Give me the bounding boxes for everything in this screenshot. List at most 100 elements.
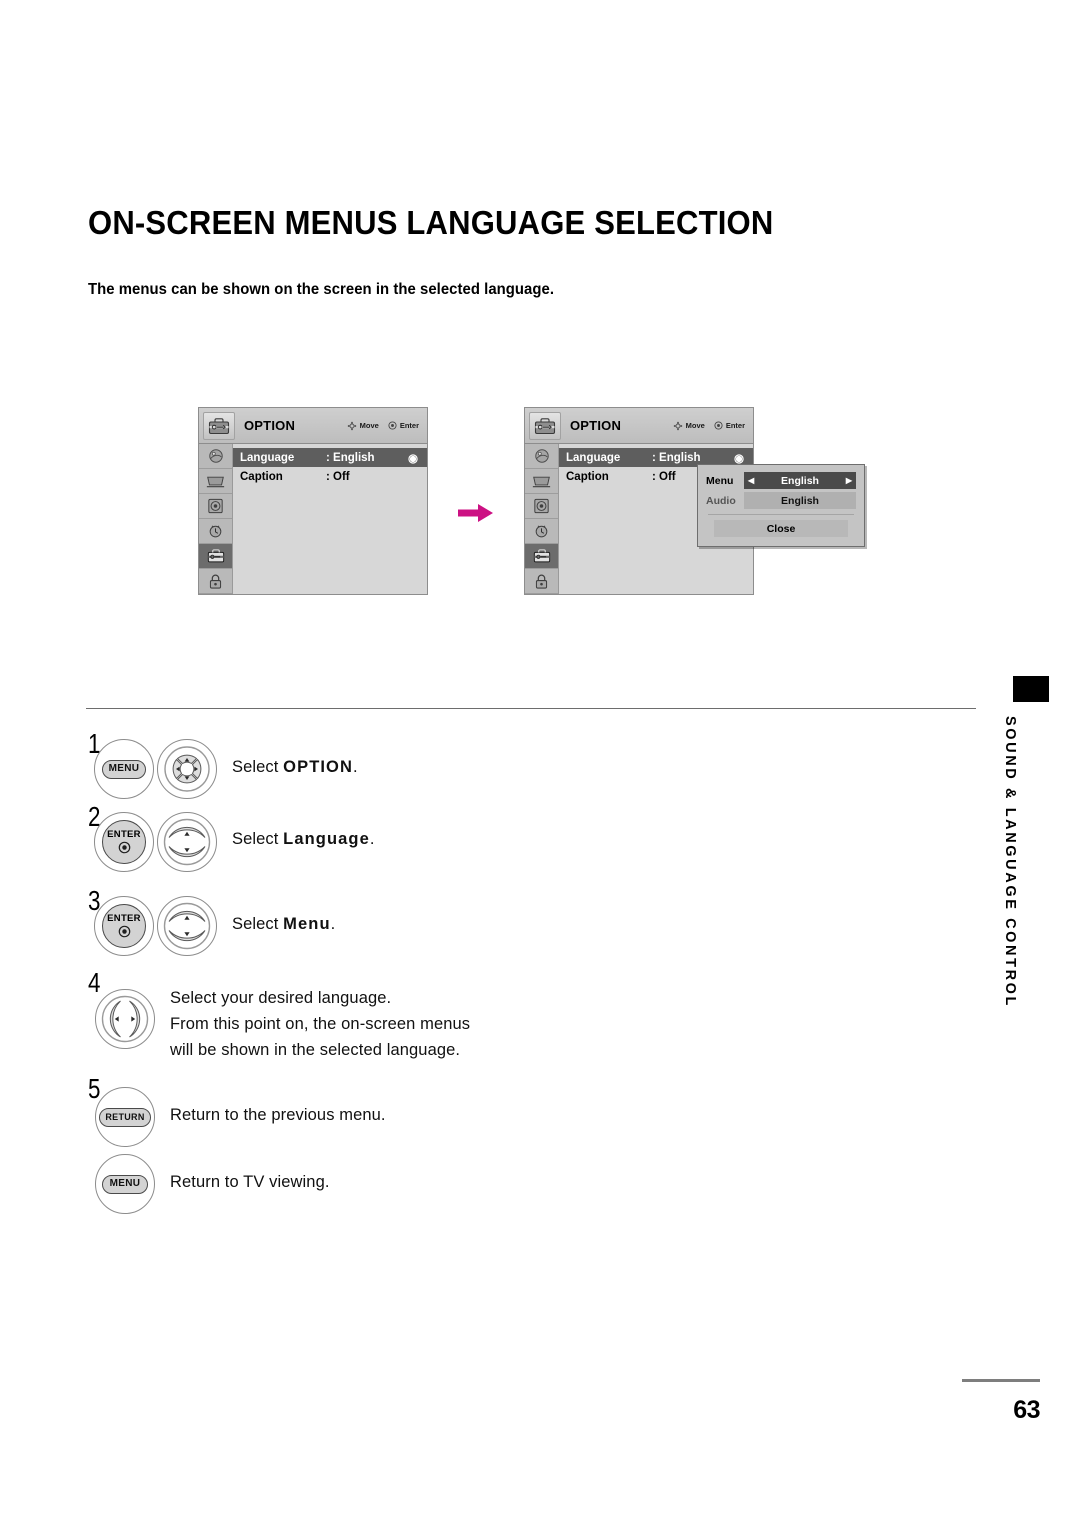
hint-move: Move bbox=[347, 421, 379, 431]
enter-button-2[interactable]: ENTER bbox=[94, 812, 154, 872]
popup-row-audio: Audio English bbox=[706, 492, 856, 509]
enter-button-label: ENTER bbox=[107, 912, 141, 924]
hint-enter: Enter bbox=[388, 421, 419, 430]
step-1-prefix: Select bbox=[232, 758, 284, 776]
step-2-bold: Language bbox=[283, 830, 370, 848]
step-4-line-1: Select your desired language. bbox=[170, 989, 392, 1007]
audio-icon[interactable] bbox=[199, 494, 232, 519]
page-intro-text: The menus can be shown on the screen in … bbox=[88, 281, 555, 298]
enter-button-face: ENTER bbox=[102, 820, 146, 864]
step-number-4: 4 bbox=[88, 967, 101, 998]
step-text-1: Select OPTION. bbox=[232, 758, 358, 777]
up-down-pad-2[interactable] bbox=[157, 812, 217, 872]
osd-sidebar bbox=[525, 444, 559, 594]
osd-row-value: : English bbox=[652, 451, 701, 464]
popup-audio-value-selector[interactable]: English bbox=[744, 492, 856, 509]
side-tab-label: SOUND & LANGUAGE CONTROL bbox=[1002, 716, 1018, 1008]
left-right-pad-4[interactable] bbox=[95, 989, 155, 1049]
side-tab-marker bbox=[1013, 676, 1049, 702]
four-way-pad-icon bbox=[164, 746, 210, 792]
picture-icon[interactable] bbox=[525, 444, 558, 469]
enter-button-face: ENTER bbox=[102, 904, 146, 948]
osd-row-value: : English bbox=[326, 451, 375, 464]
osd-header: OPTION Move Enter bbox=[525, 408, 753, 444]
step-2-suffix: . bbox=[369, 830, 375, 848]
enter-button-label: ENTER bbox=[107, 828, 141, 840]
menu-button-label: MENU bbox=[102, 759, 146, 779]
menu-button-label: MENU bbox=[102, 1174, 148, 1194]
step-3-prefix: Select bbox=[232, 915, 284, 933]
popup-audio-label: Audio bbox=[706, 494, 736, 507]
popup-menu-label: Menu bbox=[706, 474, 734, 487]
osd-row-language[interactable]: Language : English ◉ bbox=[233, 448, 427, 467]
move-pad-icon bbox=[673, 421, 683, 430]
four-way-pad-1[interactable] bbox=[157, 739, 217, 799]
sidebar-item-option[interactable] bbox=[525, 544, 558, 569]
step-text-5: Return to the previous menu. bbox=[170, 1106, 386, 1124]
osd-title: OPTION bbox=[244, 418, 296, 433]
popup-menu-value: English bbox=[781, 474, 819, 487]
section-divider bbox=[86, 708, 976, 709]
osd-title: OPTION bbox=[570, 418, 622, 433]
screen-icon[interactable] bbox=[525, 469, 558, 494]
hint-move: Move bbox=[673, 421, 705, 431]
sidebar-item-option[interactable] bbox=[199, 544, 232, 569]
step-1-suffix: . bbox=[353, 758, 358, 776]
step-3-bold: Menu bbox=[283, 915, 331, 933]
screen-icon[interactable] bbox=[199, 469, 232, 494]
step-text-4: Select your desired language. From this … bbox=[170, 985, 470, 1063]
audio-icon[interactable] bbox=[525, 494, 558, 519]
step-3-suffix: . bbox=[330, 915, 336, 933]
osd-row-caption[interactable]: Caption : Off bbox=[233, 467, 427, 486]
footer-rule bbox=[962, 1379, 1040, 1382]
hint-enter: Enter bbox=[714, 421, 745, 430]
language-popup-dialog: Menu ◀ English ▶ Audio English Close bbox=[697, 464, 865, 547]
popup-divider bbox=[708, 514, 854, 515]
osd-row-value: : Off bbox=[326, 470, 350, 483]
osd-row-label: Language bbox=[566, 451, 621, 464]
popup-menu-value-selector[interactable]: ◀ English ▶ bbox=[744, 472, 856, 489]
osd-sidebar bbox=[199, 444, 233, 594]
enter-dot-icon bbox=[118, 841, 130, 854]
osd-row-label: Caption bbox=[566, 470, 609, 483]
lock-icon[interactable] bbox=[199, 569, 232, 594]
move-pad-icon bbox=[347, 421, 357, 430]
time-icon[interactable] bbox=[199, 519, 232, 544]
step-text-6: Return to TV viewing. bbox=[170, 1173, 330, 1191]
osd-content: Language : English ◉ Caption : Off bbox=[233, 444, 427, 594]
osd-hints: Move Enter bbox=[347, 421, 419, 431]
option-icon bbox=[203, 411, 235, 440]
up-down-pad-icon bbox=[163, 818, 211, 866]
return-button-label: RETURN bbox=[99, 1107, 151, 1127]
picture-icon[interactable] bbox=[199, 444, 232, 469]
osd-row-enter-mark: ◉ bbox=[407, 452, 419, 465]
chevron-right-icon[interactable]: ▶ bbox=[846, 476, 852, 485]
enter-dot-icon bbox=[388, 421, 397, 430]
return-button[interactable]: RETURN bbox=[95, 1087, 155, 1147]
option-icon bbox=[529, 411, 561, 440]
osd-row-enter-mark: ◉ bbox=[733, 452, 745, 465]
osd-row-label: Language bbox=[240, 451, 295, 464]
enter-dot-icon bbox=[118, 925, 130, 938]
osd-panel-before: OPTION Move Enter Language: English ◉ C… bbox=[198, 407, 428, 595]
hint-move-label: Move bbox=[685, 421, 705, 430]
menu-button-exit[interactable]: MENU bbox=[95, 1154, 155, 1214]
step-4-line-2: From this point on, the on-screen menus bbox=[170, 1015, 471, 1034]
hint-move-label: Move bbox=[359, 421, 379, 430]
step-text-2: Select Language. bbox=[232, 830, 375, 849]
step-text-3: Select Menu. bbox=[232, 915, 335, 934]
step-4-line-3: will be shown in the selected language. bbox=[170, 1041, 461, 1060]
step-1-bold: OPTION bbox=[283, 758, 354, 776]
chevron-left-icon[interactable]: ◀ bbox=[748, 476, 754, 485]
osd-header: OPTION Move Enter bbox=[199, 408, 427, 444]
enter-button-3[interactable]: ENTER bbox=[94, 896, 154, 956]
step-2-prefix: Select bbox=[232, 830, 284, 848]
time-icon[interactable] bbox=[525, 519, 558, 544]
up-down-pad-icon bbox=[163, 902, 211, 950]
lock-icon[interactable] bbox=[525, 569, 558, 594]
menu-button-1[interactable]: MENU bbox=[94, 739, 154, 799]
page-title: ON-SCREEN MENUS LANGUAGE SELECTION bbox=[88, 204, 774, 241]
up-down-pad-3[interactable] bbox=[157, 896, 217, 956]
popup-close-button[interactable]: Close bbox=[714, 520, 848, 537]
left-right-pad-icon bbox=[101, 995, 149, 1043]
